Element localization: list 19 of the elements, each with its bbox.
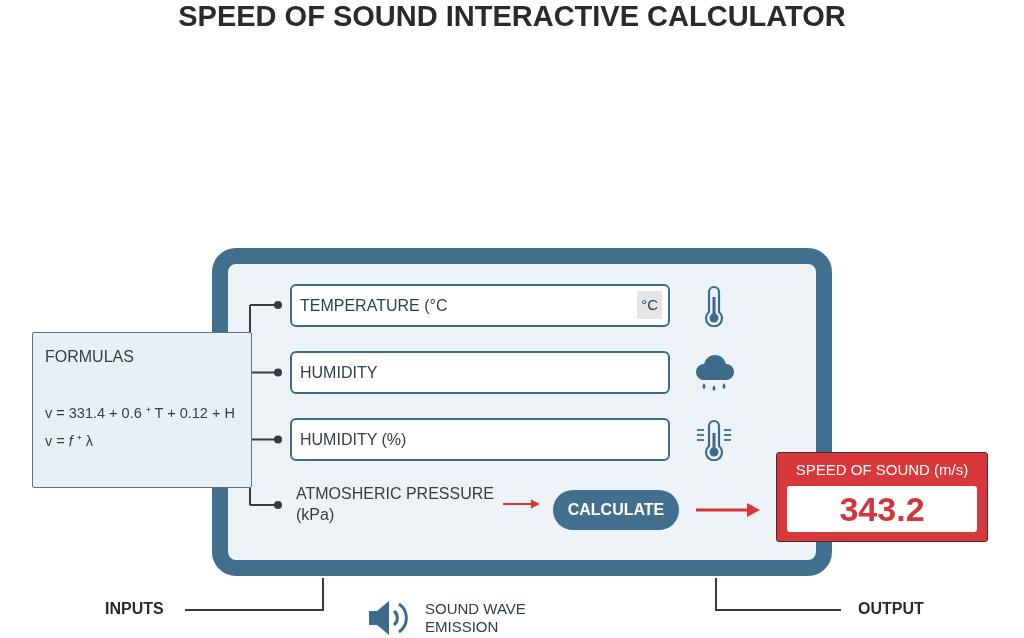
input-field[interactable]: HUMIDITY (%) — [290, 418, 670, 461]
arrow-icon — [503, 499, 540, 509]
thermometer-icon — [703, 284, 725, 327]
input-field[interactable]: HUMIDITY — [290, 351, 670, 394]
formula-text: v = f ⁺ λ — [45, 432, 95, 451]
output-caption: OUTPUT — [858, 599, 924, 619]
output-label: SPEED OF SOUND (m/s) — [795, 460, 969, 480]
speaker-icon — [367, 599, 411, 637]
sound-wave-label: SOUND WAVE EMISSION — [425, 600, 527, 636]
thermometer-icon — [696, 418, 732, 461]
page-title: SPEED OF SOUND INTERACTIVE CALCULATOR — [178, 0, 846, 32]
unit-label: °C — [637, 291, 662, 319]
arrow-icon — [696, 503, 760, 517]
pressure-label: ATMOSHERIC PRESSURE (kPa) — [296, 484, 495, 525]
formula-text: v = 331.4 + 0.6 ⁺ T + 0.12 + H — [45, 404, 236, 423]
inputs-label: INPUTS — [105, 599, 164, 619]
result-value: 343.2 — [787, 486, 977, 532]
calculate-button[interactable]: CALCULATE — [553, 490, 679, 530]
formulas-heading: FORMULAS — [45, 347, 135, 367]
